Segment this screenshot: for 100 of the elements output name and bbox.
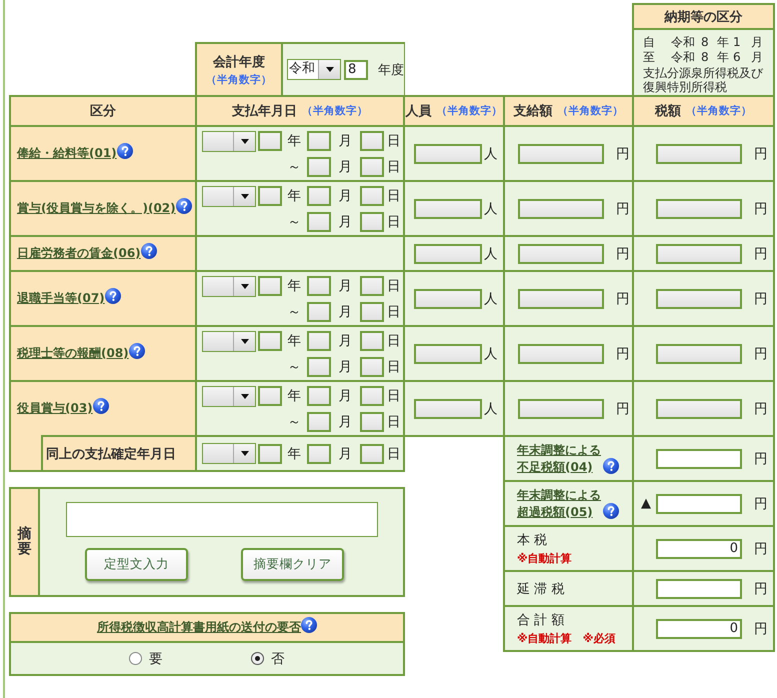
day-field[interactable] [360,212,384,232]
radio-button[interactable] [129,652,142,665]
radio-button[interactable] [251,652,264,665]
month-field[interactable] [307,356,331,376]
tax-amount-field[interactable] [656,398,742,418]
unit-label: 日 [387,412,401,430]
template-text-button[interactable]: 定型文入力 [85,548,188,581]
day-field[interactable] [360,386,384,406]
unit-label: 円 [754,344,768,362]
year-field[interactable] [258,276,282,296]
category-link[interactable]: 役員賞与(03) [17,400,93,417]
headcount-field[interactable] [414,288,482,308]
day-field[interactable] [360,302,384,322]
year-field[interactable] [258,131,282,151]
month-field[interactable] [307,156,331,176]
day-field[interactable] [360,412,384,432]
month-field[interactable] [307,186,331,206]
year-field[interactable] [258,331,282,351]
unit-label: 日 [387,132,401,150]
category-link[interactable]: 賞与(役員賞与を除く。)(02) [17,200,176,217]
paid-amount-field[interactable] [518,288,604,308]
summary-field[interactable] [66,502,378,537]
unit-label: 月 [338,387,352,405]
tax-amount-field[interactable]: 0 [656,618,742,638]
clear-summary-button[interactable]: 摘要欄クリア [241,548,344,581]
unit-label: 年 [288,132,302,150]
year-field[interactable] [258,386,282,406]
adjustment-link[interactable]: 年末調整による不足税額(04) [517,442,603,476]
month-field[interactable] [307,131,331,151]
category-link[interactable]: 退職手当等(07) [17,290,105,307]
adjustment-link[interactable]: 年末調整による超過税額(05) [517,486,603,520]
help-icon[interactable] [603,458,619,474]
day-field[interactable] [360,444,384,464]
paid-amount-field[interactable] [518,198,604,218]
help-icon[interactable] [176,198,192,214]
era-select[interactable]: 令和 [287,59,341,80]
tax-amount-field[interactable] [656,244,742,264]
paid-amount-field[interactable] [518,244,604,264]
day-field[interactable] [360,131,384,151]
caret-icon [240,194,248,198]
category-link[interactable]: 日雇労務者の賃金(06) [17,245,141,262]
tax-amount-field[interactable] [656,578,742,598]
day-field[interactable] [360,186,384,206]
tax-amount-field[interactable] [656,144,742,164]
paid-amount-field[interactable] [518,398,604,418]
month-field[interactable] [307,386,331,406]
period-label: 自 [643,34,656,48]
format-hint: （半角数字） [302,104,368,118]
tax-amount-field[interactable]: 0 [656,538,742,558]
headcount-field[interactable] [414,344,482,364]
mailing-link[interactable]: 所得税徴収高計算書用紙の送付の要否 [97,619,301,636]
category-link[interactable]: 税理士等の報酬(08) [17,345,129,362]
help-icon[interactable] [603,502,619,518]
year-field[interactable] [258,186,282,206]
headcount-field[interactable] [414,244,482,264]
day-field[interactable] [360,356,384,376]
day-field[interactable] [360,331,384,351]
help-icon[interactable] [128,342,145,358]
category-link[interactable]: 俸給・給料等(01) [17,145,117,162]
unit-label: 円 [616,144,630,162]
tax-amount-field[interactable] [656,494,742,514]
era-select[interactable] [202,186,256,206]
tax-amount-field[interactable] [656,448,742,468]
tax-amount-field[interactable] [656,288,742,308]
era-select[interactable] [202,443,256,464]
year-field[interactable] [258,444,282,464]
period-title: 納期等の区分 [634,5,773,30]
month-field[interactable] [307,276,331,296]
month-field[interactable] [307,331,331,351]
day-field[interactable] [360,276,384,296]
tax-amount-field[interactable] [656,198,742,218]
month-field[interactable] [307,302,331,322]
help-icon[interactable] [301,616,317,632]
help-icon[interactable] [140,242,157,258]
month-field[interactable] [307,444,331,464]
help-icon[interactable] [104,288,121,304]
unit-label: 円 [616,400,630,418]
era-select[interactable] [202,330,256,352]
unit-label: 円 [754,400,768,418]
era-select[interactable] [202,276,256,296]
range-mark: ～ [288,158,302,176]
unit-label: 人 [484,200,498,218]
era-select[interactable] [202,386,256,406]
caret-icon [240,394,248,398]
headcount-field[interactable] [414,198,482,218]
month-field[interactable] [307,212,331,232]
year-field[interactable]: 8 [344,60,368,80]
day-field[interactable] [360,156,384,176]
headcount-field[interactable] [414,144,482,164]
tax-amount-field[interactable] [656,344,742,364]
month-field[interactable] [307,412,331,432]
unit-label: 年 [288,444,302,462]
payment-date-header: 支払年月日 [232,103,297,120]
era-select[interactable] [202,130,256,152]
unit-label: 日 [387,187,401,205]
paid-amount-field[interactable] [518,344,604,364]
help-icon[interactable] [116,142,133,158]
paid-amount-field[interactable] [518,144,604,164]
help-icon[interactable] [92,398,109,414]
headcount-field[interactable] [414,398,482,418]
